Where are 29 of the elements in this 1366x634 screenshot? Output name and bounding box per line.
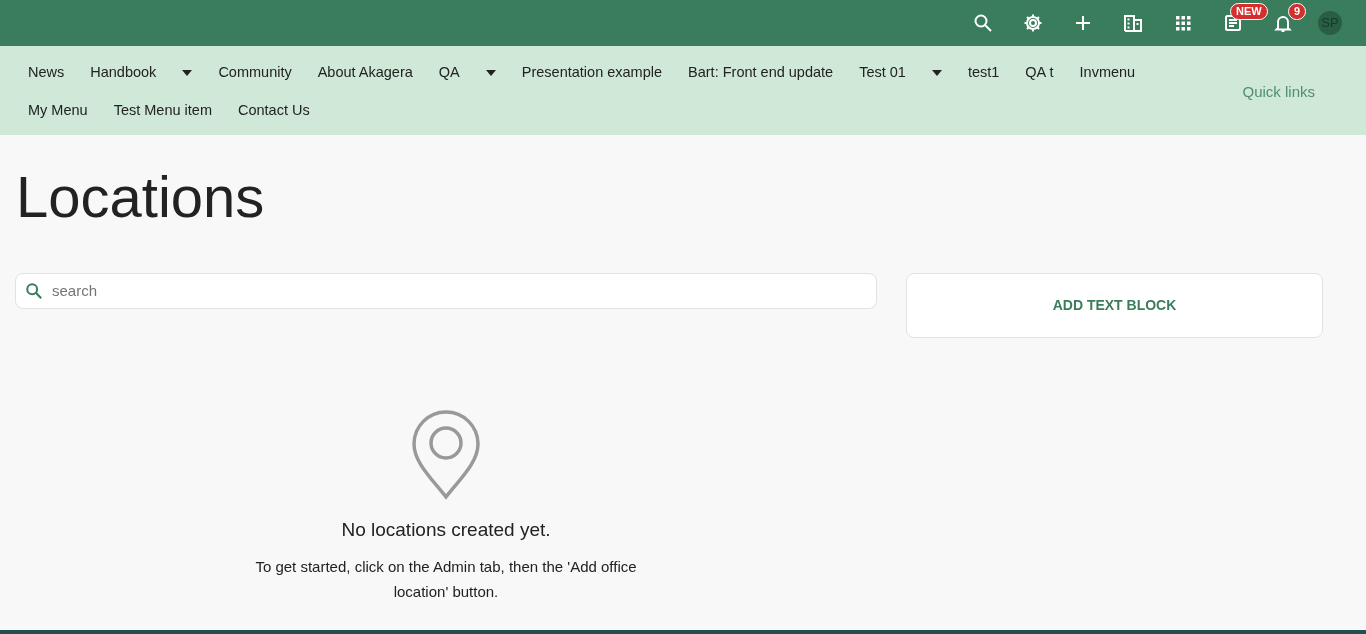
location-pin-icon — [411, 409, 481, 500]
menu-item[interactable]: Test 01 — [846, 54, 955, 92]
search-icon[interactable] — [973, 13, 993, 33]
notification-badge: 9 — [1288, 3, 1307, 20]
menu-item[interactable]: Bart: Front end update — [675, 54, 847, 92]
menu-item[interactable]: QA — [425, 54, 509, 92]
menu-item[interactable]: About Akagera — [304, 54, 426, 92]
menu-item[interactable]: News — [15, 54, 78, 92]
bell-icon[interactable] — [1273, 13, 1293, 33]
plus-icon[interactable] — [1073, 13, 1093, 33]
building-icon[interactable] — [1123, 13, 1143, 33]
empty-state-message: To get started, click on the Admin tab, then the 'Add office location' button. — [254, 557, 638, 603]
menu-item[interactable]: test1 — [954, 54, 1013, 92]
menu-item[interactable]: QA t — [1012, 54, 1067, 92]
settings-icon[interactable] — [1023, 13, 1043, 33]
menu-item[interactable]: Community — [205, 54, 305, 92]
empty-state-heading: No locations created yet. — [340, 517, 552, 542]
search-field[interactable]: search — [15, 272, 877, 309]
menu-item[interactable]: Handbook — [77, 54, 206, 92]
document-icon[interactable] — [1223, 13, 1243, 33]
add-text-block-button[interactable]: ADD TEXT BLOCK — [906, 272, 1323, 338]
apps-grid-icon[interactable] — [1173, 13, 1193, 33]
notification-badge: NEW — [1230, 3, 1268, 20]
menu-item[interactable]: Test Menu item — [100, 91, 225, 130]
menu-item[interactable]: My Menu — [15, 91, 101, 130]
menu-item[interactable]: Presentation example — [508, 54, 676, 92]
menu-item[interactable]: Contact Us — [224, 91, 323, 130]
menu-item[interactable]: Invmenu — [1066, 54, 1149, 92]
page-title: Locations — [16, 165, 266, 229]
